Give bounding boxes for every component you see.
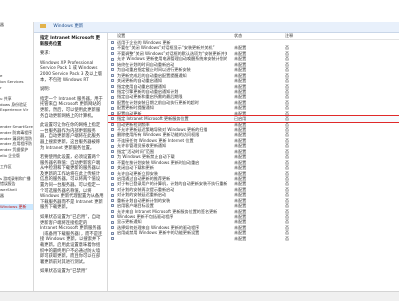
policy-icon [111, 84, 114, 88]
column-state[interactable]: 状态 [234, 33, 242, 39]
section-header: Windows 更新 [34, 22, 399, 33]
policy-icon [111, 231, 114, 235]
policy-icon [111, 160, 114, 164]
policy-icon [111, 171, 114, 175]
policy-icon [111, 198, 114, 202]
setting-comment: 否 [285, 235, 290, 241]
app-frame: 器 e ion Services r u 共享 dows 身份验证 Experience V… [0, 0, 399, 301]
policy-icon [111, 237, 114, 241]
description-pane: 指定 Intranet Microsoft 更新服务位置 要求: Windows… [34, 33, 108, 291]
description-p3: 若要使用此设置，必须设置两个服务器名称值：自动更新客户端从中检测和下载更新的服务… [40, 155, 104, 211]
policy-icon [111, 41, 114, 45]
policy-icon [111, 155, 114, 159]
policy-icon [111, 209, 114, 213]
column-comment[interactable]: 注释 [285, 33, 293, 39]
policy-icon [111, 226, 114, 230]
setting-row[interactable]: 未配置 否 [108, 236, 399, 241]
policy-icon [111, 144, 114, 148]
policy-icon [111, 111, 114, 115]
tree-item[interactable]: ender 凭据保护 [0, 147, 33, 153]
description-p5: 如果状态设置为“已禁用” [40, 269, 88, 275]
requirement-text: Windows XP Professional Service Pack 1 或… [40, 60, 103, 83]
policy-icon [111, 177, 114, 181]
settings-list[interactable]: 设置 状态 注释 适用于企业的 Windows 更新 不要在“关闭 Windows… [108, 33, 399, 291]
policy-icon [111, 182, 114, 186]
policy-icon [111, 122, 114, 126]
policy-icon [111, 188, 114, 192]
policy-icon [111, 106, 114, 110]
policy-icon [111, 193, 114, 197]
policy-icon [111, 79, 114, 83]
settings-rows: 适用于企业的 Windows 更新 不要在“关闭 Windows”对话框显示“安装… [108, 40, 399, 241]
policy-icon [111, 117, 114, 121]
list-header: 设置 状态 注释 [108, 33, 399, 40]
policy-icon [111, 57, 114, 61]
policy-icon [111, 68, 114, 72]
tree-item[interactable]: ender 防病毒程序 [0, 130, 33, 136]
policy-icon [111, 150, 114, 154]
policy-icon [111, 220, 114, 224]
policy-icon [111, 101, 114, 105]
column-setting[interactable]: 设置 [117, 33, 125, 39]
description-p1: 指定一个 Intranet 服务器，用于托管来自 Microsoft 更新网站的… [40, 96, 103, 119]
tree-item[interactable]: Experience Vir [0, 107, 33, 113]
policy-icon [111, 73, 114, 77]
description-p4: 如果状态设置为“已启用”，自动更新客户端将连接指定的 Intranet Micr… [40, 215, 103, 265]
requirement-label: 要求: [40, 51, 51, 57]
policy-icon [111, 133, 114, 137]
description-p2: 此设置可让你在你的网络上指定一台服务器作为内部更新服务器，自动更新客户端将在此服… [40, 123, 101, 151]
policy-icon [111, 46, 114, 50]
folder-icon [40, 24, 46, 28]
policy-icon [111, 139, 114, 143]
policy-icon [111, 204, 114, 208]
policy-icon [111, 128, 114, 132]
policy-icon [111, 63, 114, 67]
policy-icon [111, 90, 114, 94]
description-label: 说明: [40, 87, 51, 93]
policy-icon [111, 215, 114, 219]
policy-tree[interactable]: 器 e ion Services r u 共享 dows 身份验证 Experience V… [0, 22, 34, 292]
section-title: Windows 更新 [53, 24, 84, 29]
policy-icon [111, 52, 114, 56]
window-titlebar [0, 0, 399, 23]
tree-item[interactable]: Windows 更新 [0, 204, 33, 210]
policy-icon [111, 166, 114, 170]
policy-icon [111, 95, 114, 99]
setting-state: 未配置 [234, 235, 247, 241]
desc-title: 指定 Intranet Microsoft 更新服务位置 [40, 36, 100, 47]
